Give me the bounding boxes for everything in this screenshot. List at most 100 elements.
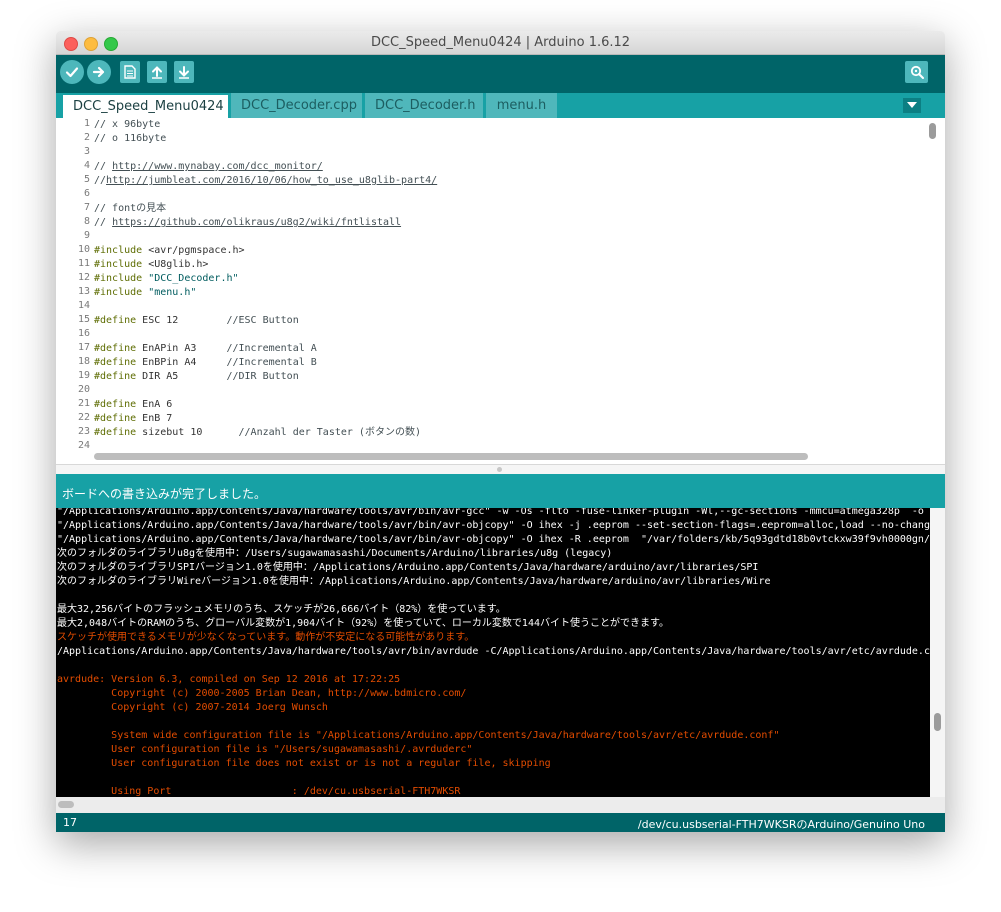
line-number: 5 [83,174,90,185]
code-line[interactable]: #define ESC 12 //ESC Button [94,314,299,328]
line-number: 10 [77,244,90,255]
verify-button[interactable] [60,60,84,84]
tab-menu-h[interactable]: menu.h § [486,93,557,138]
splitter-grip-icon [497,467,502,472]
line-number: 9 [83,230,90,241]
code-token: ESC 12 [136,315,227,326]
code-token: //DIR Button [226,371,299,382]
code-token: // [94,175,107,186]
upload-button[interactable] [87,60,111,84]
code-token: #define [94,399,137,410]
arrow-up-icon [152,66,162,79]
code-line[interactable]: #define sizebut 10 //Anzahl der Taster (… [94,426,421,440]
tab-bar: DCC_Speed_Menu0424 DCC_Decoder.cpp DCC_D… [56,93,945,138]
window-title: DCC_Speed_Menu0424 | Arduino 1.6.12 [370,35,631,50]
serial-monitor-button[interactable] [905,61,928,83]
code-line[interactable]: // fontの見本 [94,202,166,216]
tab-menu-button[interactable] [903,98,921,113]
editor-horizontal-scrollbar[interactable] [94,453,808,460]
line-number: 7 [83,202,90,213]
console-line: User configuration file does not exist o… [57,758,551,769]
console-vertical-scroll-thumb[interactable] [934,713,941,731]
code-token: sizebut 10 [136,427,239,438]
code-line[interactable]: #define EnBPin A4 //Incremental B [94,356,317,370]
code-token: #define [94,371,137,382]
console-line: /Applications/Arduino.app/Contents/Java/… [57,646,930,657]
check-icon [65,67,79,78]
line-number: 19 [77,370,90,381]
code-token: EnA 6 [136,399,173,410]
console-line: Copyright (c) 2000-2005 Brian Dean, http… [57,688,467,699]
code-line[interactable]: #include "DCC_Decoder.h" [94,272,239,286]
console-output[interactable]: "/Applications/Arduino.app/Contents/Java… [56,508,930,797]
code-token: // [94,217,113,228]
code-line[interactable]: #define EnA 6 [94,398,172,412]
console-horizontal-scroll-thumb[interactable] [58,801,74,808]
code-line[interactable]: #include <avr/pgmspace.h> [94,244,245,258]
console-line: "/Applications/Arduino.app/Contents/Java… [57,534,930,545]
console-line: User configuration file is "/Users/sugaw… [57,744,473,755]
tab-dcc-speed-menu[interactable]: DCC_Speed_Menu0424 [63,95,228,118]
chevron-down-icon [907,102,917,108]
code-line[interactable]: // o 116byte [94,132,166,146]
console-horizontal-scrollbar[interactable] [56,797,945,813]
code-line[interactable]: // https://github.com/olikraus/u8g2/wiki… [94,216,401,230]
console-line: 次のフォルダのライブラリWireバージョン1.0を使用中：/Applicatio… [57,576,771,587]
code-editor[interactable]: 1 2 3 4 5 6 7 8 9 10 11 12 13 14 15 16 17 18 19 20 21 22 23 24 … [56,118,945,464]
code-token: //ESC Button [226,315,299,326]
line-number: 11 [77,258,90,269]
console-line: 最大2,048バイトのRAMのうち、グローバル変数が1,904バイト（92%）を… [57,618,669,629]
arrow-down-icon [179,66,189,79]
code-token: //Incremental B [226,357,317,368]
code-token: #include [94,273,143,284]
code-line[interactable]: // x 96byte [94,118,160,132]
tab-dcc-decoder-cpp[interactable]: DCC_Decoder.cpp [231,93,362,118]
editor-vertical-scrollbar[interactable] [929,120,938,450]
line-number: 22 [77,412,90,423]
console-line: "/Applications/Arduino.app/Contents/Java… [57,520,930,531]
console-line: "/Applications/Arduino.app/Contents/Java… [57,508,924,517]
line-number: 21 [77,398,90,409]
code-link[interactable]: http://jumbleat.com/2016/10/06/how_to_us… [106,175,437,186]
code-line[interactable]: #include <U8glib.h> [94,258,208,272]
code-token: #define [94,427,137,438]
console-line: System wide configuration file is "/Appl… [57,730,780,741]
code-link[interactable]: http://www.mynabay.com/dcc_monitor/ [112,161,323,172]
console-vertical-scrollbar[interactable] [930,508,945,797]
save-sketch-button[interactable] [174,61,194,83]
line-number-gutter: 1 2 3 4 5 6 7 8 9 10 11 12 13 14 15 16 17 18 19 20 21 22 23 24 [56,118,92,464]
code-token: #include [94,259,143,270]
code-line[interactable]: #define EnB 7 [94,412,172,426]
code-token: // x 96byte [94,119,161,130]
console-line: avrdude: Version 6.3, compiled on Sep 12… [57,674,401,685]
editor-vertical-scroll-thumb[interactable] [929,123,936,139]
status-message: ボードへの書き込みが完了しました。 [62,487,267,501]
line-number: 14 [77,300,90,311]
code-token: <U8glib.h> [142,259,209,270]
code-token: EnB 7 [136,413,173,424]
code-token: "DCC_Decoder.h" [148,273,239,284]
title-bar: DCC_Speed_Menu0424 | Arduino 1.6.12 [56,31,945,55]
code-token: // [94,161,113,172]
new-sketch-button[interactable] [120,61,140,83]
code-line[interactable]: #define EnAPin A3 //Incremental A [94,342,317,356]
code-line[interactable]: // http://www.mynabay.com/dcc_monitor/ [94,160,323,174]
line-number: 4 [83,160,90,171]
line-number: 8 [83,216,90,227]
code-link[interactable]: https://github.com/olikraus/u8g2/wiki/fn… [112,217,401,228]
code-token: // fontの見本 [94,203,167,214]
status-bar: ボードへの書き込みが完了しました。 [56,474,945,508]
code-token: <avr/pgmspace.h> [142,245,245,256]
code-token: EnAPin A3 [136,343,227,354]
code-token: EnBPin A4 [136,357,227,368]
open-sketch-button[interactable] [147,61,167,83]
console-line: 最大32,256バイトのフラッシュメモリのうち、スケッチが26,666バイト（8… [57,604,506,615]
code-line[interactable]: //http://jumbleat.com/2016/10/06/how_to_… [94,174,437,188]
code-token: // o 116byte [94,133,167,144]
code-line[interactable]: #define DIR A5 //DIR Button [94,370,299,384]
code-token: #define [94,413,137,424]
code-line[interactable]: #include "menu.h" [94,286,196,300]
line-number: 3 [83,146,90,157]
code-token: #define [94,343,137,354]
tab-dcc-decoder-h[interactable]: DCC_Decoder.h [365,93,483,118]
